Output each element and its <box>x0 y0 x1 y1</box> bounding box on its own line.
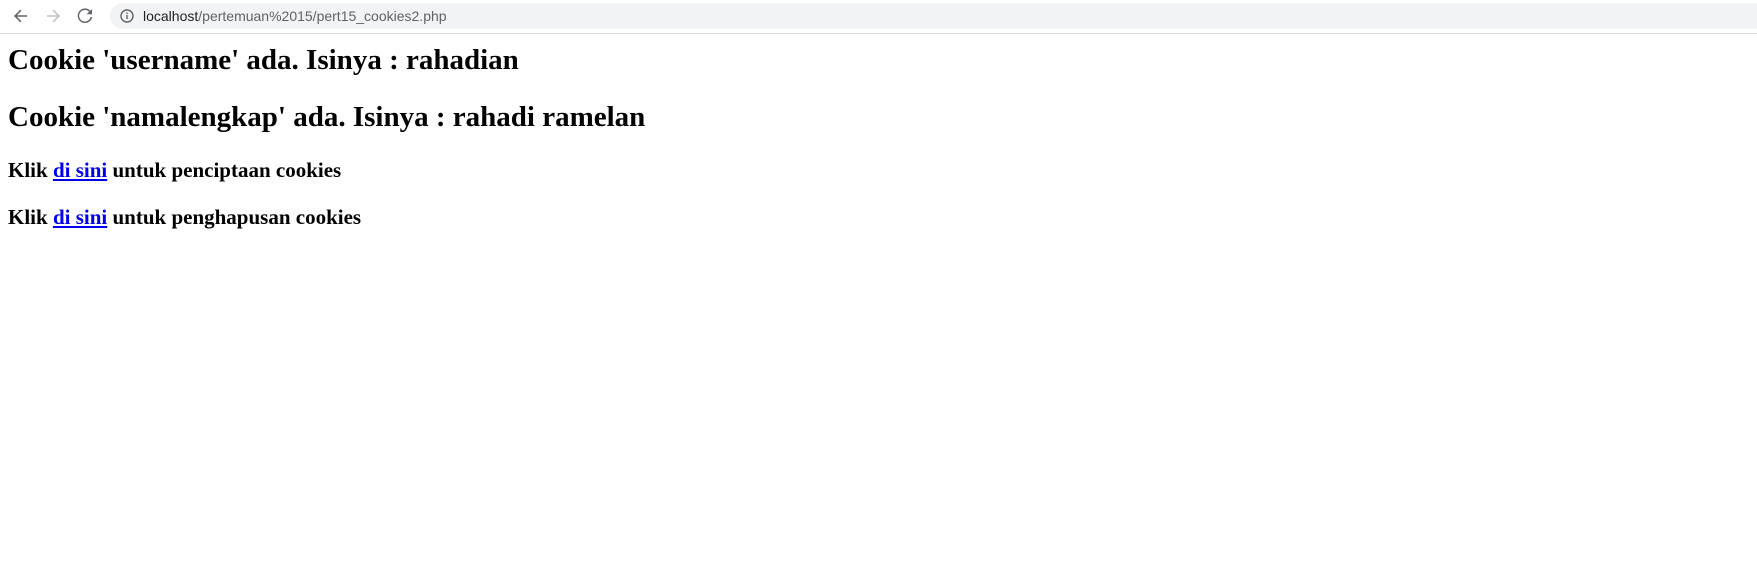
delete-cookies-link[interactable]: di sini <box>53 205 107 229</box>
reload-icon <box>77 8 93 24</box>
heading-namalengkap-cookie: Cookie 'namalengkap' ada. Isinya : rahad… <box>8 101 646 133</box>
create-cookies-line: Klik di sini untuk penciptaan cookies <box>8 158 1749 182</box>
delete-cookies-line: Klik di sini untuk penghapusan cookies <box>8 205 1749 229</box>
url-host: localhost <box>143 8 199 24</box>
create-prefix: Klik <box>8 158 53 182</box>
forward-arrow-icon <box>47 9 60 23</box>
forward-button[interactable] <box>41 4 65 28</box>
url-text[interactable]: localhost/pertemuan%2015/pert15_cookies2… <box>143 8 447 24</box>
delete-prefix: Klik <box>8 205 53 229</box>
create-cookies-link[interactable]: di sini <box>53 158 107 182</box>
address-bar[interactable]: localhost/pertemuan%2015/pert15_cookies2… <box>110 3 1757 29</box>
page-content: Cookie 'username' ada. Isinya : rahadian… <box>0 34 1757 229</box>
create-suffix: untuk penciptaan cookies <box>107 158 342 182</box>
delete-suffix: untuk penghapusan cookies <box>107 205 362 229</box>
url-path: /pertemuan%2015/pert15_cookies2.php <box>198 8 447 24</box>
info-icon[interactable] <box>119 8 135 24</box>
back-arrow-icon <box>14 9 27 23</box>
browser-toolbar: localhost/pertemuan%2015/pert15_cookies2… <box>0 0 1757 34</box>
reload-button[interactable] <box>73 4 97 28</box>
back-button[interactable] <box>9 4 33 28</box>
heading-username-cookie: Cookie 'username' ada. Isinya : rahadian <box>8 44 519 76</box>
